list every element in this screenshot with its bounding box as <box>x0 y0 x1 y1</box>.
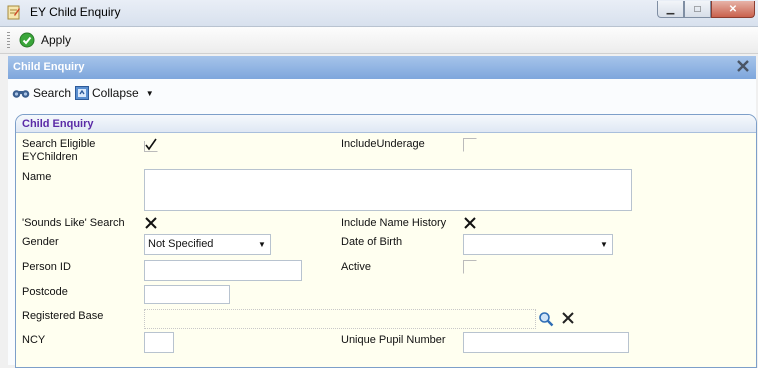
postcode-label: Postcode <box>22 286 68 298</box>
close-icon: ✕ <box>728 3 738 15</box>
panel-toolbar: Search Collapse ▼ <box>8 82 756 106</box>
enquiry-form-group: Child Enquiry Search Eligible EYChildren… <box>15 114 757 368</box>
registered-base-field[interactable] <box>144 309 536 329</box>
name-label: Name <box>22 171 52 183</box>
include-name-history-label: Include Name History <box>341 217 447 229</box>
date-of-birth-picker[interactable]: ▼ <box>463 234 613 255</box>
minimize-button[interactable]: ▁ <box>657 1 684 18</box>
include-name-history-checkbox[interactable] <box>463 216 477 230</box>
gender-value: Not Specified <box>148 238 214 250</box>
title-bar: EY Child Enquiry ▁ □ ✕ <box>0 0 758 27</box>
search-eligible-label-line2: EYChildren <box>22 151 78 163</box>
apply-label: Apply <box>41 33 72 47</box>
gender-label: Gender <box>22 236 59 248</box>
collapse-dropdown-icon[interactable]: ▼ <box>146 89 154 98</box>
ncy-label: NCY <box>22 334 46 346</box>
maximize-icon: □ <box>694 3 701 15</box>
collapse-icon <box>75 86 89 100</box>
chevron-down-icon[interactable]: ▼ <box>597 236 611 253</box>
group-header: Child Enquiry <box>16 115 756 133</box>
panel-title: Child Enquiry <box>13 61 85 73</box>
magnifier-icon[interactable] <box>538 311 554 327</box>
toolbar-grip[interactable] <box>7 32 10 48</box>
sounds-like-checkbox[interactable] <box>144 216 158 230</box>
person-id-label: Person ID <box>22 261 71 273</box>
apply-button[interactable]: Apply <box>19 31 71 49</box>
search-eligible-checkbox[interactable] <box>144 138 158 152</box>
collapse-button[interactable]: Collapse ▼ <box>75 86 154 100</box>
postcode-field[interactable] <box>144 285 230 304</box>
child-enquiry-panel: Child Enquiry Search Collapse ▼ Child En… <box>8 56 757 368</box>
window-title: EY Child Enquiry <box>30 5 121 19</box>
gender-select[interactable]: Not Specified ▼ <box>144 234 271 255</box>
panel-close-icon[interactable] <box>736 59 750 73</box>
chevron-down-icon[interactable]: ▼ <box>255 236 269 253</box>
date-of-birth-label: Date of Birth <box>341 236 403 248</box>
include-underage-label: IncludeUnderage <box>341 138 425 150</box>
app-icon <box>7 5 20 20</box>
ncy-field[interactable] <box>144 332 174 353</box>
name-field[interactable] <box>144 169 632 211</box>
collapse-label: Collapse <box>92 86 139 100</box>
main-toolbar: Apply <box>0 27 758 54</box>
binoculars-icon <box>12 90 30 98</box>
search-button[interactable]: Search <box>12 86 71 100</box>
registered-base-label: Registered Base <box>22 310 104 322</box>
upn-field[interactable] <box>463 332 629 353</box>
group-title: Child Enquiry <box>22 118 94 130</box>
maximize-button[interactable]: □ <box>684 1 711 18</box>
clear-icon[interactable] <box>561 311 575 325</box>
sounds-like-label: 'Sounds Like' Search <box>22 217 125 229</box>
minimize-icon: ▁ <box>666 3 675 15</box>
check-circle-icon <box>19 32 35 48</box>
active-checkbox[interactable] <box>463 260 477 274</box>
search-label: Search <box>33 86 72 100</box>
person-id-field[interactable] <box>144 260 302 281</box>
include-underage-checkbox[interactable] <box>463 138 477 152</box>
close-window-button[interactable]: ✕ <box>711 1 755 18</box>
upn-label: Unique Pupil Number <box>341 334 446 346</box>
active-label: Active <box>341 261 371 273</box>
search-eligible-label-line1: Search Eligible <box>22 138 96 150</box>
window-controls: ▁ □ ✕ <box>657 1 755 19</box>
panel-header: Child Enquiry <box>8 56 756 79</box>
